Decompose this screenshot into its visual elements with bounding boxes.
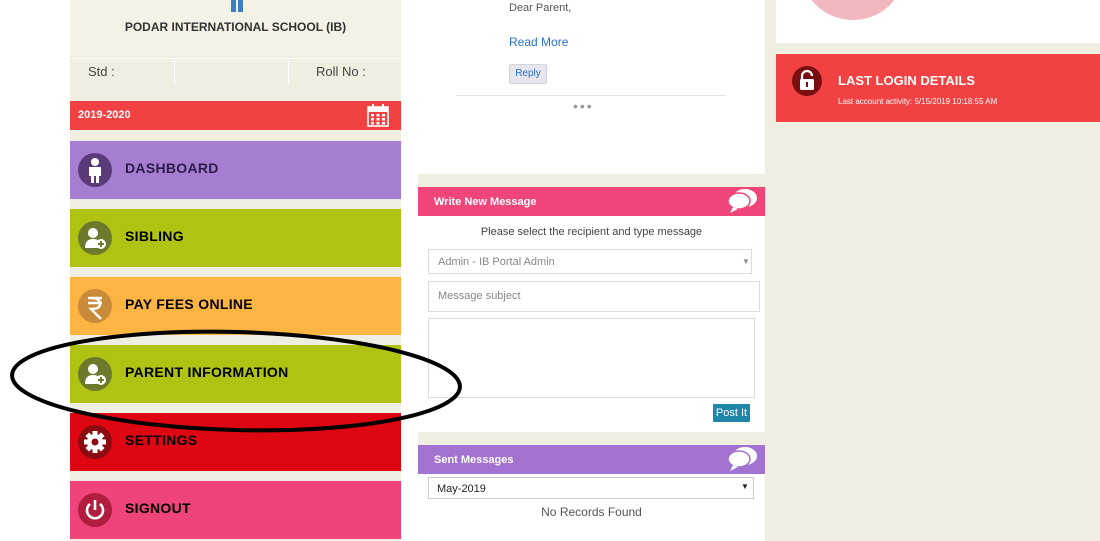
write-message-instruction: Please select the recipient and type mes… [480, 226, 703, 238]
power-icon [78, 493, 112, 527]
last-account-activity: Last account activity: 5/15/2019 10:18:5… [838, 97, 998, 106]
nav-label: PAY FEES ONLINE [125, 296, 253, 312]
gear-icon [78, 425, 112, 459]
nav-dashboard-button[interactable]: DASHBOARD [70, 141, 401, 199]
last-login-title: LAST LOGIN DETAILS [838, 73, 975, 88]
divider [174, 60, 175, 85]
message-card [418, 0, 765, 174]
reply-button[interactable]: Reply [509, 64, 547, 84]
std-label: Std : [88, 64, 115, 79]
nav-sibling-button[interactable]: SIBLING [70, 209, 401, 267]
chat-bubble-icon [724, 187, 760, 215]
calendar-icon[interactable] [367, 103, 389, 127]
nav-pay-fees-button[interactable]: PAY FEES ONLINE [70, 277, 401, 335]
add-user-icon [78, 221, 112, 255]
nav-parent-information-button[interactable]: PARENT INFORMATION [70, 345, 401, 403]
read-more-link[interactable]: Read More [509, 35, 573, 49]
more-options-icon[interactable]: ••• [573, 98, 594, 114]
chevron-down-icon: ▼ [741, 482, 749, 491]
divider [288, 60, 289, 85]
nav-label: SIGNOUT [125, 500, 191, 516]
lock-icon [792, 66, 822, 96]
nav-settings-button[interactable]: SETTINGS [70, 413, 401, 471]
empty-state-text: No Records Found [541, 505, 642, 519]
divider [456, 95, 726, 96]
message-greeting: Dear Parent, [509, 2, 572, 14]
person-icon [78, 153, 112, 187]
rupee-icon [78, 289, 112, 323]
chevron-down-icon: ▼ [742, 257, 750, 266]
nav-label: DASHBOARD [125, 160, 219, 176]
school-logo [231, 0, 243, 12]
nav-signout-button[interactable]: SIGNOUT [70, 481, 401, 539]
message-subject-input[interactable]: Message subject [428, 281, 760, 312]
write-message-title: Write New Message [434, 196, 537, 208]
sent-messages-title: Sent Messages [434, 454, 514, 466]
school-name: PODAR INTERNATIONAL SCHOOL (IB) [124, 20, 347, 34]
nav-label: SETTINGS [125, 432, 198, 448]
message-body-textarea[interactable] [428, 318, 755, 398]
last-login-card [776, 54, 1100, 122]
roll-no-label: Roll No : [316, 64, 366, 79]
month-select[interactable]: May-2019 [428, 477, 754, 499]
post-it-button[interactable]: Post It [713, 404, 750, 422]
add-user-icon [78, 357, 112, 391]
recipient-select[interactable]: Admin - IB Portal Admin [428, 249, 752, 274]
chat-bubble-icon [724, 445, 760, 473]
nav-label: SIBLING [125, 228, 184, 244]
nav-label: PARENT INFORMATION [125, 364, 289, 380]
academic-year-label: 2019-2020 [78, 109, 131, 121]
